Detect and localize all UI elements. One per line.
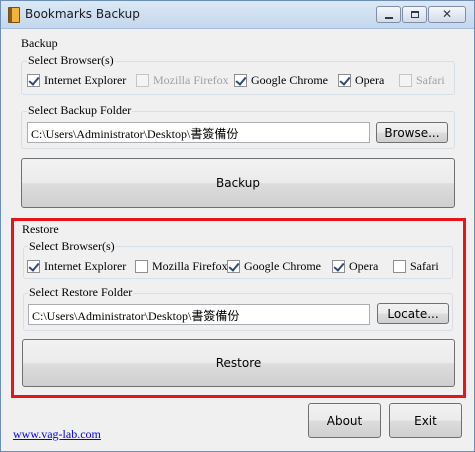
checkbox-label: Mozilla Firefox xyxy=(153,72,229,87)
backup-checkbox-chrome[interactable]: Google Chrome xyxy=(234,72,328,88)
checkbox-label: Internet Explorer xyxy=(44,258,127,273)
backup-folder-input[interactable]: C:\Users\Administrator\Desktop\書簽備份 xyxy=(27,122,370,143)
checkbox-label: Safari xyxy=(410,258,439,273)
backup-checkbox-safari: Safari xyxy=(399,72,445,88)
close-icon: ✕ xyxy=(441,7,453,21)
checkbox-box[interactable] xyxy=(332,259,345,273)
title-bar[interactable]: Bookmarks Backup ✕ xyxy=(1,1,474,29)
close-button[interactable]: ✕ xyxy=(428,6,466,23)
restore-browsers-label: Select Browser(s) xyxy=(28,239,116,254)
checkbox-box[interactable] xyxy=(27,73,40,87)
backup-checkbox-ie[interactable]: Internet Explorer xyxy=(27,72,126,88)
restore-button[interactable]: Restore xyxy=(22,339,455,387)
browse-button[interactable]: Browse... xyxy=(376,122,448,143)
restore-folder-input[interactable]: C:\Users\Administrator\Desktop\書簽備份 xyxy=(28,304,370,325)
checkbox-box xyxy=(136,73,149,87)
restore-checkbox-firefox[interactable]: Mozilla Firefox xyxy=(135,258,228,274)
exit-button[interactable]: Exit xyxy=(389,403,462,438)
checkbox-label: Opera xyxy=(355,72,385,87)
restore-checkbox-opera[interactable]: Opera xyxy=(332,258,378,274)
backup-browsers-label: Select Browser(s) xyxy=(27,53,115,68)
maximize-button[interactable] xyxy=(402,6,427,23)
restore-folder-label: Select Restore Folder xyxy=(28,285,134,300)
backup-folder-label: Select Backup Folder xyxy=(27,103,133,118)
website-link[interactable]: www.vag-lab.com xyxy=(13,427,101,442)
checkbox-box[interactable] xyxy=(135,259,148,273)
restore-checkbox-chrome[interactable]: Google Chrome xyxy=(227,258,321,274)
checkbox-label: Safari xyxy=(416,72,445,87)
checkbox-box[interactable] xyxy=(234,73,247,87)
minimize-button[interactable] xyxy=(376,6,401,23)
restore-checkbox-ie[interactable]: Internet Explorer xyxy=(27,258,126,274)
restore-section-label: Restore xyxy=(21,222,60,237)
bookmark-app-icon xyxy=(8,7,20,23)
maximize-icon xyxy=(411,11,419,18)
checkbox-label: Internet Explorer xyxy=(44,72,127,87)
backup-checkbox-firefox: Mozilla Firefox xyxy=(136,72,229,88)
checkbox-label: Google Chrome xyxy=(244,258,321,273)
app-window: Bookmarks Backup ✕ Backup Select Browser… xyxy=(0,0,475,452)
backup-button[interactable]: Backup xyxy=(21,158,455,208)
checkbox-box xyxy=(399,73,412,87)
minimize-icon xyxy=(385,17,393,19)
about-button[interactable]: About xyxy=(308,403,381,438)
window-title: Bookmarks Backup xyxy=(25,7,140,21)
backup-section-label: Backup xyxy=(20,36,59,51)
checkbox-label: Mozilla Firefox xyxy=(152,258,228,273)
checkbox-label: Google Chrome xyxy=(251,72,328,87)
restore-checkbox-safari[interactable]: Safari xyxy=(393,258,439,274)
checkbox-box[interactable] xyxy=(227,259,240,273)
checkbox-box[interactable] xyxy=(27,259,40,273)
checkbox-label: Opera xyxy=(349,258,379,273)
checkbox-box[interactable] xyxy=(338,73,351,87)
locate-button[interactable]: Locate... xyxy=(377,303,449,324)
backup-checkbox-opera[interactable]: Opera xyxy=(338,72,384,88)
checkbox-box[interactable] xyxy=(393,259,406,273)
